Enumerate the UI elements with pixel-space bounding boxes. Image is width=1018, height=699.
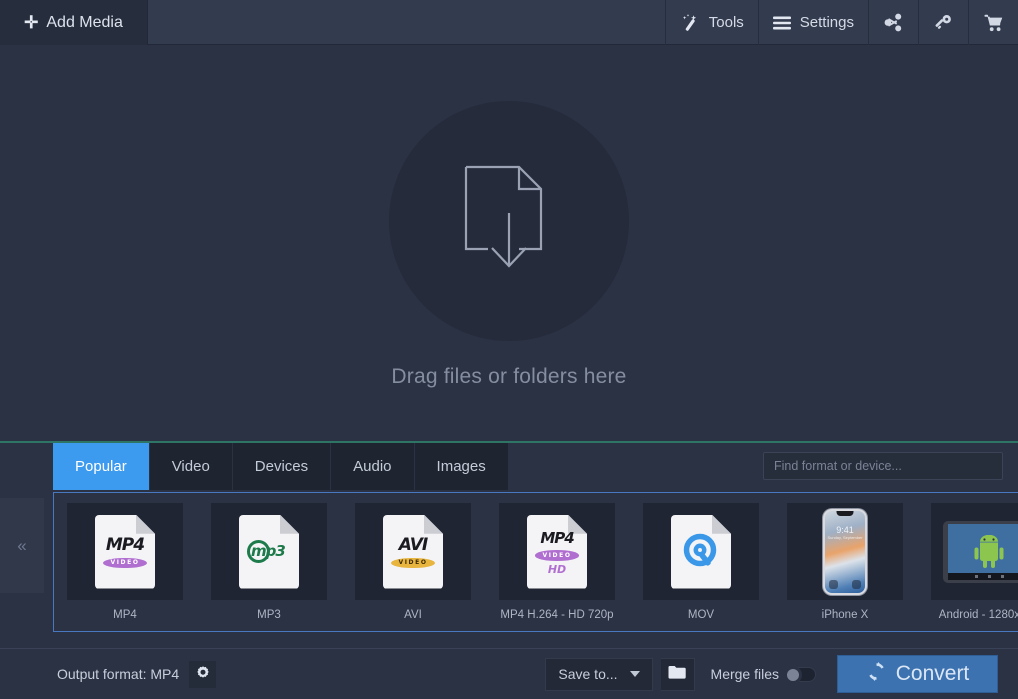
tools-label: Tools bbox=[709, 14, 744, 31]
search-input[interactable] bbox=[763, 452, 1003, 480]
save-to-label: Save to... bbox=[558, 666, 617, 682]
movavi-video-converter-window: ✛ Add Media Tools bbox=[0, 0, 1018, 699]
tools-button[interactable]: Tools bbox=[665, 0, 758, 45]
format-panel: Popular Video Devices Audio Images bbox=[0, 443, 1018, 648]
tabstrip-leading-pad bbox=[0, 443, 53, 493]
mp3-icon-text: mp3 bbox=[251, 542, 285, 560]
convert-label: Convert bbox=[896, 662, 970, 686]
plus-icon: ✛ bbox=[24, 14, 38, 31]
key-icon bbox=[934, 13, 953, 32]
format-card-caption: Android - 1280x720 bbox=[939, 609, 1018, 621]
search-container bbox=[763, 452, 1003, 480]
toggle-knob bbox=[784, 666, 802, 684]
mp4-icon-text: MP4 bbox=[106, 535, 144, 555]
magic-wand-icon bbox=[680, 13, 700, 33]
drop-zone-label: Drag files or folders here bbox=[391, 365, 626, 389]
merge-files-toggle[interactable] bbox=[784, 667, 816, 682]
file-download-icon bbox=[459, 160, 559, 283]
bottom-bar: Output format: MP4 Save to... bbox=[0, 648, 1018, 699]
mov-quicktime-file-icon bbox=[671, 515, 731, 589]
format-card-mp3[interactable]: mp3 MP3 bbox=[211, 503, 327, 629]
avi-icon-pill: VIDEO bbox=[391, 558, 434, 569]
settings-button[interactable]: Settings bbox=[758, 0, 868, 45]
format-thumb bbox=[931, 503, 1018, 600]
merge-files-label: Merge files bbox=[711, 666, 779, 682]
add-media-button[interactable]: ✛ Add Media bbox=[0, 0, 148, 45]
mp3-file-icon: mp3 bbox=[239, 515, 299, 589]
tab-audio-label: Audio bbox=[353, 458, 391, 475]
output-settings-button[interactable] bbox=[189, 661, 216, 688]
format-cards-container: MP4 VIDEO MP4 bbox=[53, 492, 1018, 632]
hamburger-icon bbox=[773, 16, 791, 30]
android-robot-icon bbox=[972, 535, 1006, 569]
tab-video[interactable]: Video bbox=[150, 443, 233, 490]
gear-icon bbox=[195, 664, 211, 685]
format-thumb: 9:41 Sunday, September bbox=[787, 503, 903, 600]
toolbar-spacer bbox=[148, 0, 665, 44]
add-media-label: Add Media bbox=[46, 14, 123, 32]
buy-cart-button[interactable] bbox=[968, 0, 1018, 45]
mp4hd-icon-pill: VIDEO bbox=[535, 550, 578, 561]
format-thumb: MP4 VIDEO bbox=[67, 503, 183, 600]
tab-images-label: Images bbox=[437, 458, 486, 475]
format-card-android[interactable]: Android - 1280x720 bbox=[931, 503, 1018, 629]
share-icon bbox=[884, 13, 903, 32]
format-card-mp4-h264-hd720p[interactable]: MP4 VIDEO HD MP4 H.264 - HD 720p bbox=[499, 503, 615, 629]
refresh-icon bbox=[866, 661, 887, 688]
tab-video-label: Video bbox=[172, 458, 210, 475]
folder-icon bbox=[668, 665, 686, 684]
collapse-panel-arrow[interactable]: « bbox=[0, 498, 44, 593]
output-format-label: Output format: MP4 bbox=[57, 666, 179, 682]
format-cards-strip[interactable]: MP4 VIDEO MP4 bbox=[54, 493, 1018, 631]
format-thumb: MP4 VIDEO HD bbox=[499, 503, 615, 600]
format-tabs: Popular Video Devices Audio Images bbox=[0, 443, 1018, 493]
quicktime-q-icon bbox=[680, 531, 722, 573]
format-card-caption: iPhone X bbox=[822, 609, 869, 621]
tab-popular[interactable]: Popular bbox=[53, 443, 150, 490]
format-card-caption: MP4 bbox=[113, 609, 137, 621]
mp4-file-icon: MP4 VIDEO bbox=[95, 515, 155, 589]
top-toolbar: ✛ Add Media Tools bbox=[0, 0, 1018, 45]
avi-icon-text: AVI bbox=[399, 535, 428, 555]
format-card-iphone-x[interactable]: 9:41 Sunday, September iPhone X bbox=[787, 503, 903, 629]
bottom-bar-actions: Save to... Merge files bbox=[545, 655, 1018, 693]
tab-images[interactable]: Images bbox=[415, 443, 509, 490]
format-card-caption: AVI bbox=[404, 609, 422, 621]
mp4hd-icon-text: MP4 bbox=[540, 529, 573, 547]
format-thumb: mp3 bbox=[211, 503, 327, 600]
android-tablet-device-icon bbox=[943, 521, 1018, 583]
tab-devices[interactable]: Devices bbox=[233, 443, 331, 490]
drop-zone[interactable]: Drag files or folders here bbox=[0, 45, 1018, 441]
avi-file-icon: AVI VIDEO bbox=[383, 515, 443, 589]
browse-folder-button[interactable] bbox=[661, 658, 695, 691]
format-thumb: AVI VIDEO bbox=[355, 503, 471, 600]
format-card-mov[interactable]: MOV bbox=[643, 503, 759, 629]
double-chevron-left-icon: « bbox=[17, 536, 26, 556]
activate-key-button[interactable] bbox=[918, 0, 968, 45]
format-card-caption: MP3 bbox=[257, 609, 281, 621]
share-button[interactable] bbox=[868, 0, 918, 45]
drop-circle bbox=[389, 101, 629, 341]
chevron-down-icon bbox=[630, 671, 640, 677]
format-card-caption: MP4 H.264 - HD 720p bbox=[500, 609, 613, 621]
mp4hd-icon-hd: HD bbox=[548, 563, 566, 576]
tab-devices-label: Devices bbox=[255, 458, 308, 475]
format-thumb bbox=[643, 503, 759, 600]
format-card-avi[interactable]: AVI VIDEO AVI bbox=[355, 503, 471, 629]
cart-icon bbox=[984, 14, 1004, 32]
iphone-x-device-icon: 9:41 Sunday, September bbox=[823, 509, 867, 595]
convert-button[interactable]: Convert bbox=[837, 655, 998, 693]
tab-popular-label: Popular bbox=[75, 458, 127, 475]
format-card-caption: MOV bbox=[688, 609, 714, 621]
format-card-mp4[interactable]: MP4 VIDEO MP4 bbox=[67, 503, 183, 629]
mp4-hd-file-icon: MP4 VIDEO HD bbox=[527, 515, 587, 589]
settings-label: Settings bbox=[800, 14, 854, 31]
save-to-button[interactable]: Save to... bbox=[545, 658, 652, 691]
mp4-icon-pill: VIDEO bbox=[103, 558, 146, 569]
tab-audio[interactable]: Audio bbox=[331, 443, 414, 490]
